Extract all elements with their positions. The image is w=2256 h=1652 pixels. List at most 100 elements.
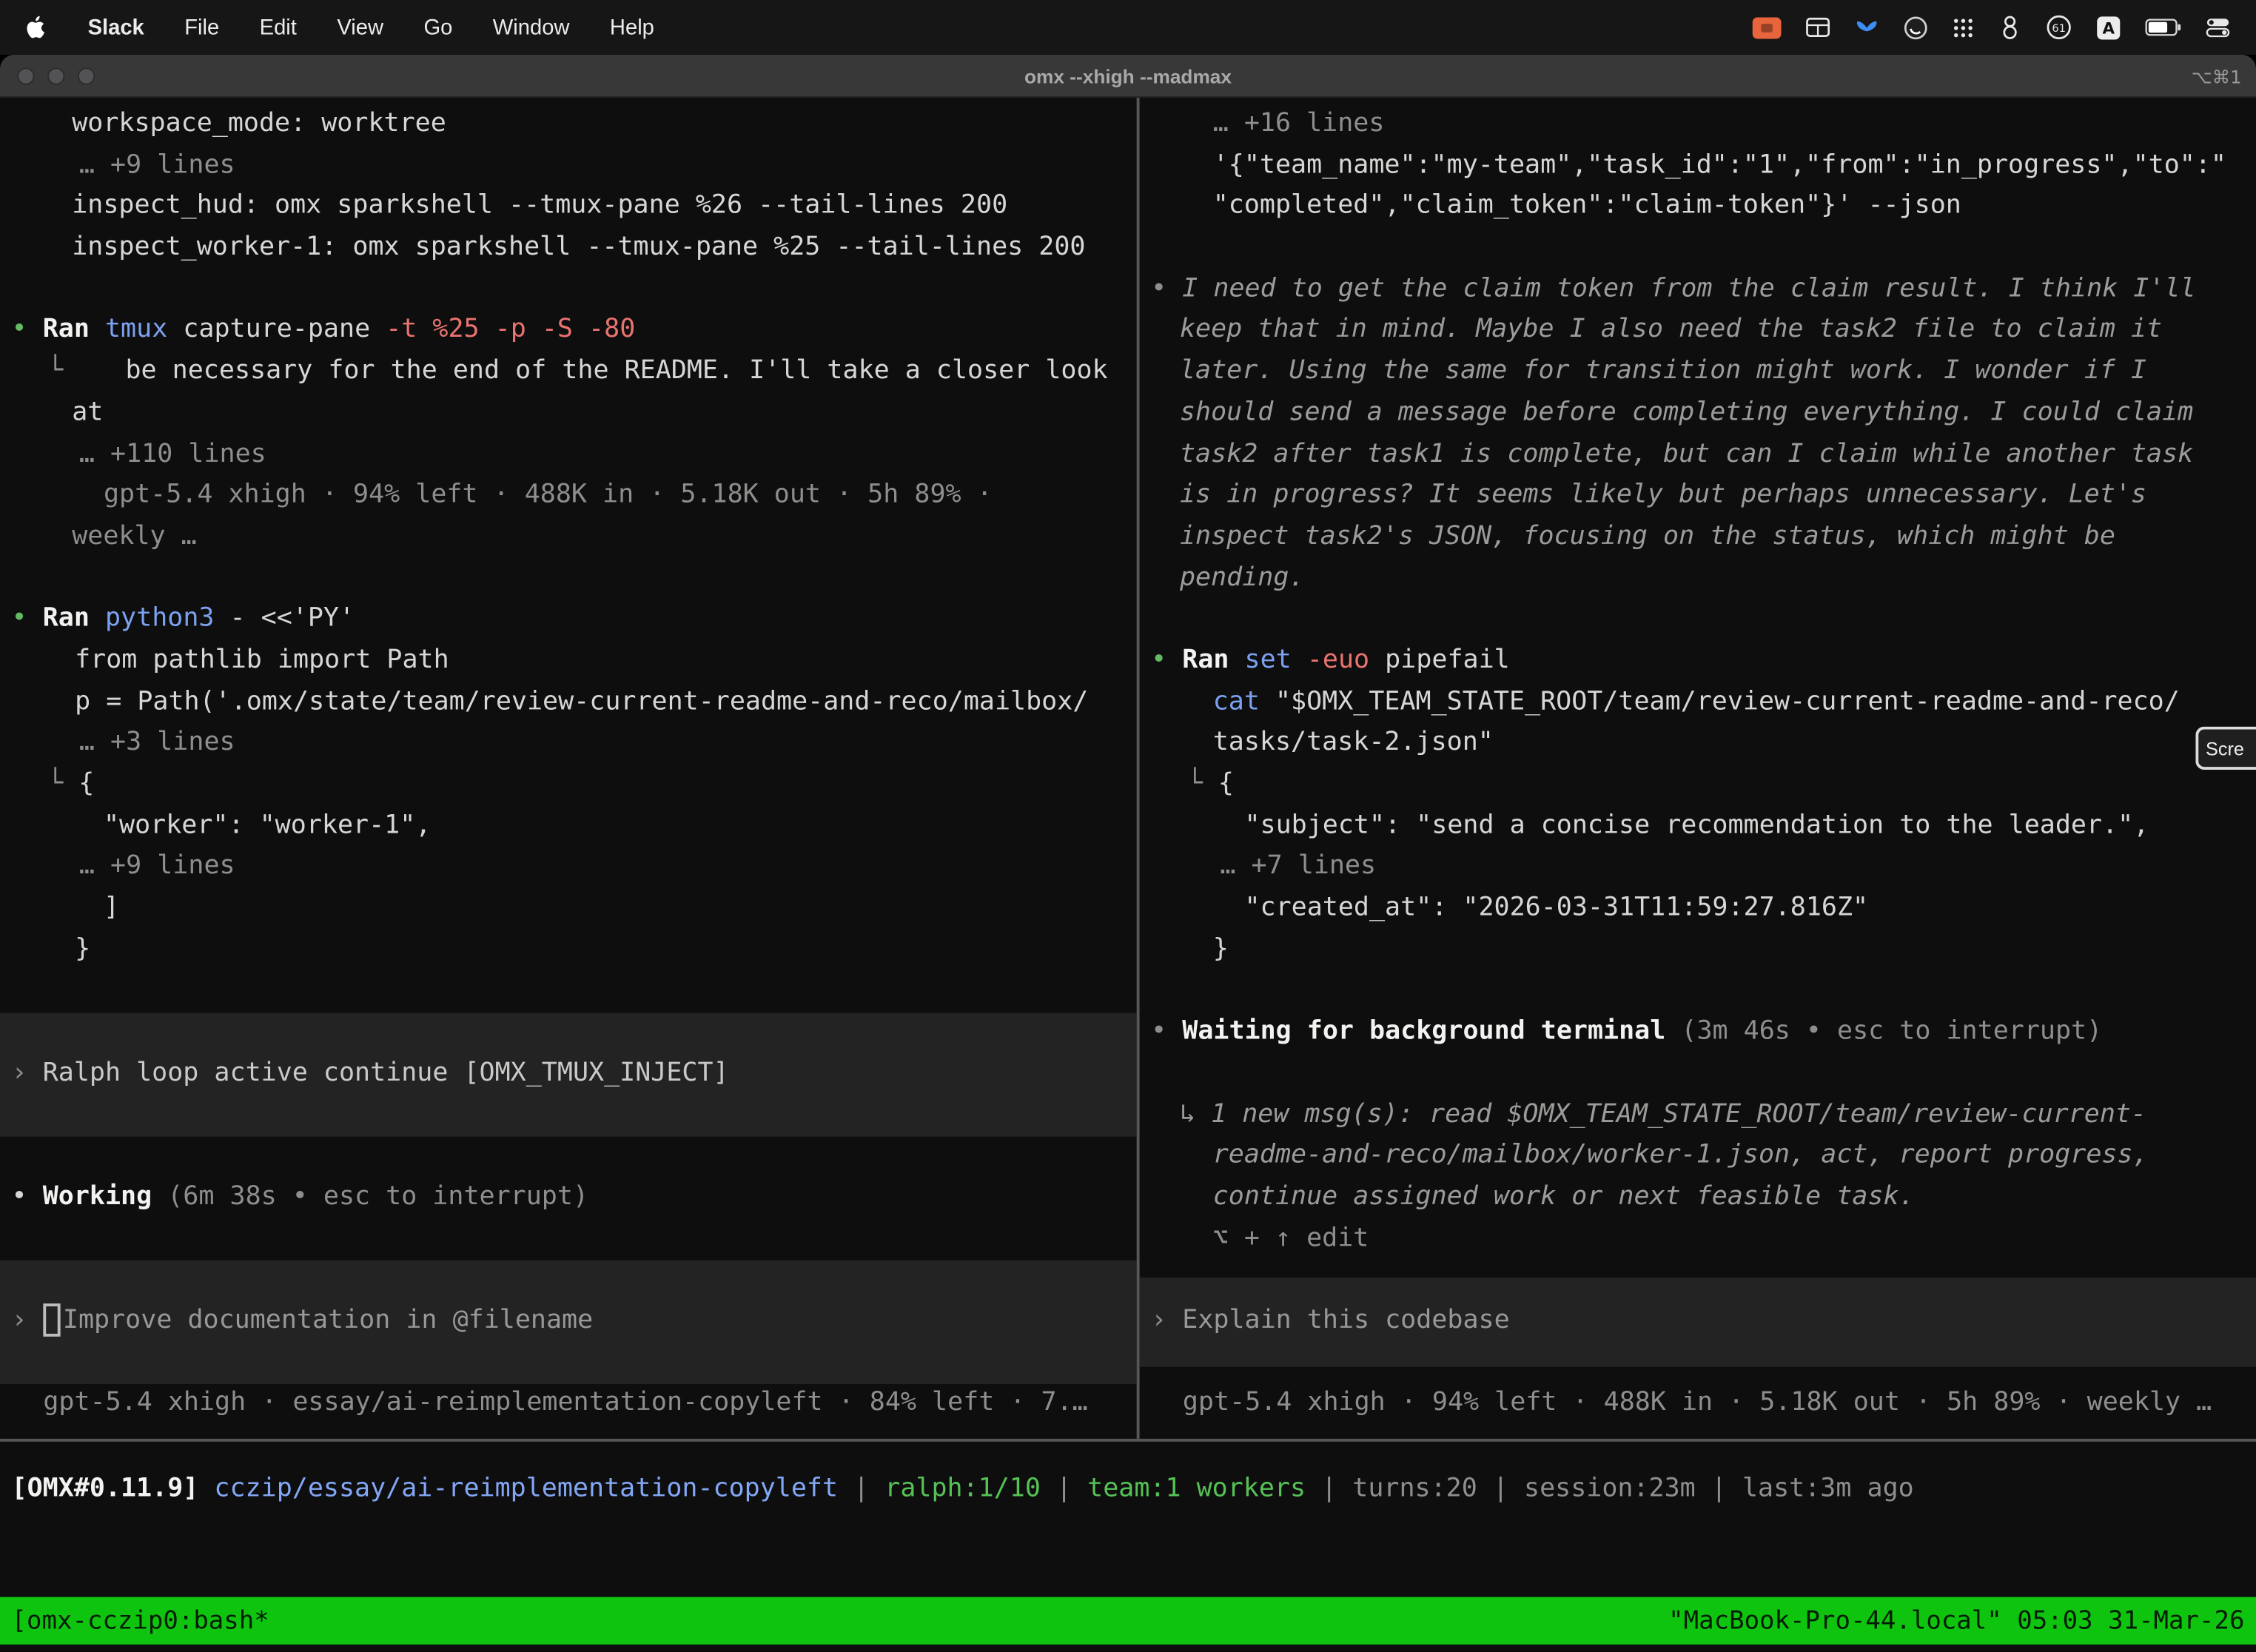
text-segment: • [1151,1016,1182,1047]
text-segment: set [1245,645,1292,675]
text-cursor [43,1304,60,1337]
terminal-pane-right[interactable]: … +16 lines'{"team_name":"my-team","task… [1140,98,2256,1439]
text-segment: capture-pane [167,315,386,345]
terminal-line: is in progress? It seems likely but perh… [1140,475,2256,517]
terminal-line: readme-and-reco/mailbox/worker-1.json, a… [1140,1135,2256,1177]
menu-item-go[interactable]: Go [423,15,452,39]
menu-item-file[interactable]: File [184,15,219,39]
text-segment: session:23m [1524,1474,1696,1504]
terminal-line: ] [0,887,1137,929]
apple-menu[interactable] [26,12,47,44]
text-segment: from pathlib import Path [75,645,449,675]
terminal-line: … +110 lines [0,434,1137,475]
menu-items: File Edit View Go Window Help [184,15,654,39]
terminal-line [0,970,1137,1012]
terminal-line: "subject": "send a concise recommendatio… [1140,805,2256,847]
text-segment: cczip/essay/ai-reimplementation-copyleft [214,1474,838,1504]
terminal-pane-left[interactable]: workspace_mode: worktree … +9 lines inspec… [0,98,1137,1439]
terminal-line: └ be necessary for the end of the README… [0,352,1137,393]
text-segment: python3 [105,603,214,634]
text-segment: later. Using the same for transition mig… [1180,355,2146,386]
gauge-icon[interactable]: 61 [2046,12,2072,44]
terminal-line [0,269,1137,310]
input-source-icon[interactable]: A [2096,12,2121,44]
active-app-name[interactable]: Slack [88,15,144,39]
text-segment: • [12,1181,43,1212]
text-segment: Working [43,1181,152,1212]
terminal-line: • I need to get the claim token from the… [1140,269,2256,310]
screen-recording-indicator-icon[interactable] [1753,12,1782,44]
terminal-line: ⌥ + ↑ edit [1140,1218,2256,1260]
text-segment: tmux [105,315,167,345]
tmux-session-window[interactable]: [omx-cczip0:bash* [12,1606,269,1635]
text-segment: ] [104,892,119,922]
terminal-line: continue assigned work or next feasible … [1140,1177,2256,1218]
control-center-icon[interactable] [2206,12,2230,44]
terminal-line: p = Path('.omx/state/team/review-current… [0,682,1137,723]
battery-icon[interactable] [2145,12,2181,44]
tmux-status-bar: [omx-cczip0:bash* "MacBook-Pro-44.local"… [0,1597,2256,1645]
terminal-line: should send a message before completing … [1140,392,2256,434]
dark-app-icon[interactable] [1904,12,1928,44]
text-segment: } [1213,933,1229,964]
terminal-line: weekly … [0,517,1137,558]
text-segment: … +7 lines [1220,851,1376,882]
clipped-edge-popup[interactable]: Scre [2195,727,2256,770]
menu-item-edit[interactable]: Edit [260,15,297,39]
terminal-line: tasks/task-2.json" [1140,722,2256,764]
blue-app-icon[interactable] [1855,12,1879,44]
terminal-line: • Waiting for background terminal (3m 46… [1140,1012,2256,1053]
text-segment: › [12,1057,43,1087]
terminal-line: › Ralph loop active continue [OMX_TMUX_I… [0,1053,1137,1095]
terminal-line: "completed","claim_token":"claim-token"}… [1140,186,2256,227]
pane-divider-horizontal[interactable] [0,1439,2256,1442]
text-segment: Ran [1182,645,1229,675]
text-segment: Improve documentation in @filename [63,1305,593,1335]
text-segment: I need to get the claim token from the c… [1182,273,2195,303]
text-segment: "completed","claim_token":"claim-token"}… [1213,190,1961,221]
text-segment: ↳ 1 new msg(s): read $OMX_TEAM_STATE_ROO… [1180,1098,2146,1129]
terminal-line: ↳ 1 new msg(s): read $OMX_TEAM_STATE_ROO… [1140,1094,2256,1135]
text-segment: pending. [1180,562,1305,592]
terminal-line: keep that in mind. Maybe I also need the… [1140,310,2256,352]
text-segment: ⌥ + ↑ edit [1213,1222,1369,1252]
text-segment: tasks/task-2.json" [1213,727,1494,757]
text-segment: keep that in mind. Maybe I also need the… [1180,315,2162,345]
dots-grid-icon[interactable] [1953,12,1974,44]
text-segment: workspace_mode: worktree [72,108,446,138]
text-segment: "created_at": "2026-03-31T11:59:27.816Z" [1244,892,1868,922]
text-segment: • [1151,645,1182,675]
text-segment: └ [47,355,125,386]
text-segment: Ran [43,315,90,345]
text-segment: readme-and-reco/mailbox/worker-1.json, a… [1213,1140,2149,1170]
terminal-line: later. Using the same for transition mig… [1140,352,2256,393]
text-segment: • [12,603,43,634]
text-segment: gpt-5.4 xhigh · 94% left · 488K in · 5.1… [104,480,993,510]
window-grid-icon[interactable] [1806,12,1830,44]
menu-item-window[interactable]: Window [493,15,570,39]
terminal-line: … +3 lines [0,722,1137,764]
terminal-line: cat "$OMX_TEAM_STATE_ROOT/team/review-cu… [1140,682,2256,723]
eight-loop-icon[interactable] [1998,12,2021,44]
terminal-line: › Improve documentation in @filename [0,1300,1137,1342]
terminal-line [0,1012,1137,1053]
text-segment: } [75,933,90,964]
text-segment: Explain this codebase [1182,1305,1509,1335]
omx-statusline: [OMX#0.11.9] cczip/essay/ai-reimplementa… [12,1469,1914,1511]
text-segment: p = Path('.omx/state/team/review-current… [75,686,1088,716]
text-segment: | [1477,1474,1524,1504]
terminal-line [0,1094,1137,1135]
terminal-line: from pathlib import Path [0,640,1137,682]
terminal-line: • Ran tmux capture-pane -t %25 -p -S -80 [0,310,1137,352]
text-segment: turns:20 [1352,1474,1477,1504]
text-segment: ralph:1/10 [884,1474,1041,1504]
text-segment: | [1041,1474,1087,1504]
text-segment: … +9 lines [79,150,235,180]
apple-logo-icon [26,14,47,40]
text-segment: -euo [1307,645,1369,675]
menu-item-view[interactable]: View [337,15,383,39]
text-segment: '{"team_name":"my-team","task_id":"1","f… [1213,150,2226,180]
text-segment: inspect_hud: omx sparkshell --tmux-pane … [72,190,1007,221]
menu-item-help[interactable]: Help [610,15,654,39]
window-titlebar[interactable]: omx --xhigh --madmax ⌥⌘1 [0,55,2256,98]
